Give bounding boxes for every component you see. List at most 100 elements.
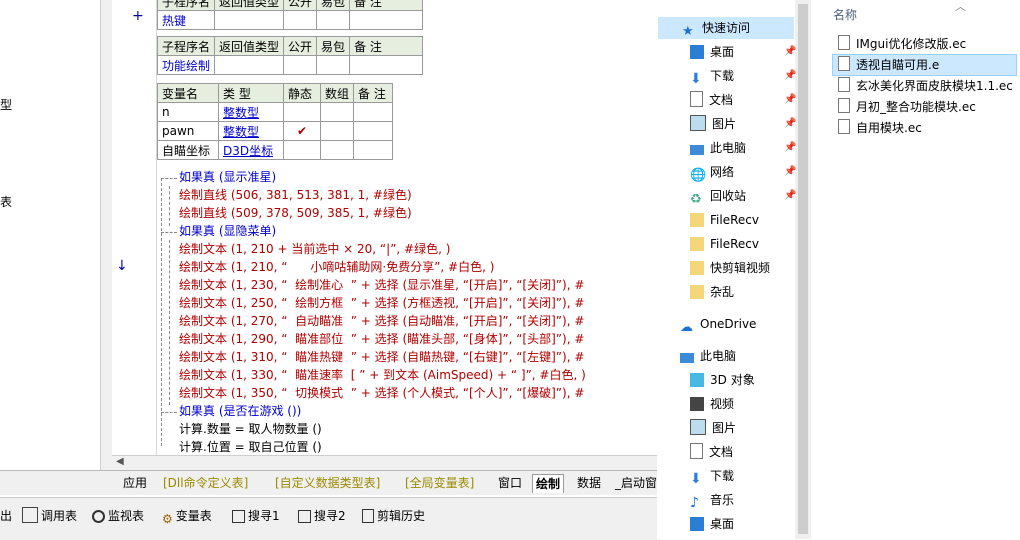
table-cell[interactable] <box>316 10 351 30</box>
variable-name[interactable]: 自瞄坐标 <box>157 140 219 160</box>
tab-app[interactable]: 应用 <box>120 474 150 492</box>
variable-table-button[interactable]: ⚙ 变量表 <box>162 506 212 526</box>
tab-custom-types[interactable]: [自定义数据类型表] <box>272 474 383 492</box>
tab-window[interactable]: 窗口 <box>495 474 525 492</box>
table-cell[interactable] <box>316 55 351 75</box>
nav-item-network[interactable]: 🌐 网络 <box>670 161 734 183</box>
table-cell[interactable] <box>283 140 321 160</box>
pin-icon[interactable]: 📌 <box>784 142 796 153</box>
pin-icon[interactable]: 📌 <box>784 70 796 81</box>
code-line[interactable]: 绘制文本 (1, 210, “ 小嘀咕辅助网·免费分享”, #白色, ) <box>179 258 494 276</box>
nav-item-recycle-bin[interactable]: ♻ 回收站 <box>670 185 746 207</box>
nav-scroll-thumb[interactable] <box>798 4 808 534</box>
variable-type[interactable]: D3D坐标 <box>218 140 284 160</box>
nav-item-documents[interactable]: 文档 <box>670 89 733 111</box>
nav-item-this-pc-2[interactable]: 此电脑 <box>670 345 736 367</box>
nav-item-downloads[interactable]: ⬇ 下载 <box>670 65 734 87</box>
search1-button[interactable]: 搜寻1 <box>232 506 280 526</box>
search-window-icon <box>232 510 245 523</box>
code-line[interactable]: 绘制文本 (1, 290, “ 瞄准部位 ” + 选择 (瞄准头部, “[身体]… <box>179 330 584 348</box>
table-cell[interactable] <box>349 10 424 30</box>
code-line[interactable]: 绘制文本 (1, 330, “ 瞄准速率 [ ” + 到文本 (AimSpeed… <box>179 366 586 384</box>
code-line[interactable]: 绘制文本 (1, 210 + 当前选中 × 20, “|”, #绿色, ) <box>179 240 450 258</box>
nav-item-desktop-2[interactable]: 桌面 <box>670 513 734 535</box>
static-checkmark-icon[interactable]: ✔ <box>283 121 321 141</box>
code-line[interactable]: 计算.位置 = 取自己位置 () <box>179 438 322 455</box>
grid-icon <box>22 507 38 523</box>
code-line[interactable]: 绘制文本 (1, 270, “ 自动瞄准 ” + 选择 (自动瞄准, “[开启]… <box>179 312 584 330</box>
nav-item-music[interactable]: ♪ 音乐 <box>670 489 734 511</box>
nav-item-downloads-2[interactable]: ⬇ 下载 <box>670 465 734 487</box>
nav-item-pictures-2[interactable]: 图片 <box>670 417 736 439</box>
file-item[interactable]: 玄冰美化界面皮肤模块1.1.ec <box>838 76 1013 96</box>
nav-item-kuaijianji-video[interactable]: 快剪辑视频 <box>670 257 770 279</box>
table-cell[interactable] <box>283 10 318 30</box>
nav-item-quick-access[interactable]: ★ 快速访问 <box>658 17 794 39</box>
call-table-button[interactable]: 调用表 <box>22 506 77 526</box>
nav-item-filerecv-2[interactable]: FileRecv <box>670 233 759 255</box>
table-cell[interactable] <box>349 55 424 75</box>
nav-item-desktop[interactable]: 桌面 <box>670 41 734 63</box>
code-line[interactable]: 如果真 (是否在游戏 ()) <box>179 402 301 420</box>
file-item[interactable]: IMgui优化修改版.ec <box>838 34 966 54</box>
nav-item-3d-objects[interactable]: 3D 对象 <box>670 369 755 391</box>
tab-data[interactable]: 数据 <box>574 474 604 492</box>
column-header-name[interactable]: 名称 <box>833 6 857 23</box>
nav-item-pictures[interactable]: 图片 <box>670 113 736 135</box>
file-item-selected[interactable]: 透视自瞄可用.e <box>832 54 1017 76</box>
code-line[interactable]: 绘制文本 (1, 350, “ 切换模式 ” + 选择 (个人模式, “[个人]… <box>179 384 584 402</box>
pin-icon[interactable]: 📌 <box>784 46 796 57</box>
table-cell[interactable] <box>214 10 285 30</box>
variable-name[interactable]: pawn <box>157 121 219 141</box>
nav-item-filerecv[interactable]: FileRecv <box>670 209 759 231</box>
nav-item-misc[interactable]: 杂乱 <box>670 281 734 303</box>
pin-icon[interactable]: 📌 <box>784 166 796 177</box>
code-line[interactable]: 绘制文本 (1, 310, “ 瞄准热键 ” + 选择 (自瞄热键, “[右键]… <box>179 348 584 366</box>
table-cell[interactable] <box>283 102 321 122</box>
subroutine-name[interactable]: 热键 <box>157 10 216 30</box>
table-cell[interactable] <box>319 102 355 122</box>
tab-dll-commands[interactable]: [Dll命令定义表] <box>160 474 251 492</box>
flow-line <box>161 178 177 179</box>
folder-icon <box>690 285 704 299</box>
table-cell[interactable] <box>283 55 318 75</box>
file-item[interactable]: 自用模块.ec <box>838 118 922 138</box>
pin-icon[interactable]: 📌 <box>784 118 796 129</box>
chevron-up-icon[interactable]: ︿ <box>955 0 966 14</box>
table-cell[interactable] <box>353 121 394 141</box>
code-line[interactable]: 绘制直线 (506, 381, 513, 381, 1, #绿色) <box>179 186 412 204</box>
nav-item-documents-2[interactable]: 文档 <box>670 441 733 463</box>
table-cell[interactable] <box>353 102 394 122</box>
code-line[interactable]: 计算.数量 = 取人物数量 () <box>179 420 322 438</box>
variable-name[interactable]: n <box>157 102 219 122</box>
pin-icon[interactable]: 📌 <box>784 190 796 201</box>
code-line[interactable]: 绘制文本 (1, 250, “ 绘制方框 ” + 选择 (方框透视, “[开启]… <box>179 294 584 312</box>
watch-table-button[interactable]: 监视表 <box>92 506 144 526</box>
table-cell[interactable] <box>319 140 355 160</box>
pin-icon[interactable]: 📌 <box>784 94 796 105</box>
table-cell[interactable] <box>319 121 355 141</box>
code-line[interactable]: 绘制文本 (1, 230, “ 绘制准心 ” + 选择 (显示准星, “[开启]… <box>179 276 584 294</box>
toolbar-output[interactable]: 出 <box>0 506 12 526</box>
tab-startup-window[interactable]: _启动窗 <box>612 474 660 492</box>
table-cell[interactable] <box>353 140 394 160</box>
variable-type[interactable]: 整数型 <box>218 102 284 122</box>
variable-type[interactable]: 整数型 <box>218 121 284 141</box>
horizontal-scrollbar[interactable]: ◀ <box>112 455 657 470</box>
code-editor[interactable]: 子程序名 返回值类型 公开 易包 备 注 热键 子程序名 返回值类型 公开 易包… <box>157 0 657 455</box>
nav-item-onedrive[interactable]: ☁ OneDrive <box>670 313 756 335</box>
clip-history-button[interactable]: 剪辑历史 <box>362 506 425 526</box>
expand-icon[interactable]: + <box>132 8 144 24</box>
search2-button[interactable]: 搜寻2 <box>298 506 346 526</box>
code-line[interactable]: 绘制直线 (509, 378, 509, 385, 1, #绿色) <box>179 204 412 222</box>
nav-item-this-pc[interactable]: 此电脑 <box>670 137 746 159</box>
code-line[interactable]: 如果真 (显示准星) <box>179 168 276 186</box>
subroutine-name[interactable]: 功能绘制 <box>157 55 216 75</box>
tab-global-vars[interactable]: [全局变量表] <box>402 474 477 492</box>
table-cell[interactable] <box>214 55 285 75</box>
tab-draw[interactable]: 绘制 <box>532 474 565 493</box>
scroll-left-icon[interactable]: ◀ <box>116 456 124 467</box>
nav-item-videos[interactable]: 视频 <box>670 393 734 415</box>
code-line[interactable]: 如果真 (显隐菜单) <box>179 222 276 240</box>
file-item[interactable]: 月初_整合功能模块.ec <box>838 97 976 117</box>
